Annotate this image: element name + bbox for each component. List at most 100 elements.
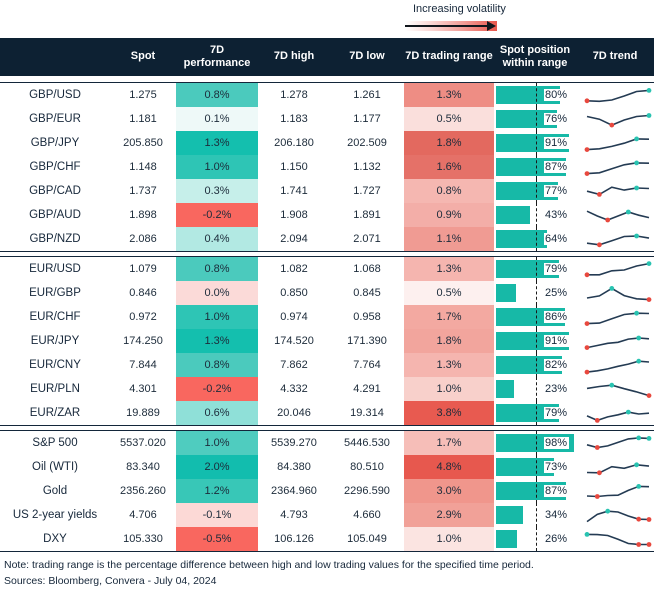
position-percent-label: 91% <box>544 335 570 347</box>
high-value: 1.150 <box>280 161 308 173</box>
position-cell: 98% <box>494 431 576 455</box>
high-value: 5539.270 <box>271 437 317 449</box>
table-row: US 2-year yields 4.706 -0.1% 4.793 4.660 2.9%… <box>0 503 654 527</box>
trading-range-cell: 1.8% <box>404 131 494 155</box>
sparkline <box>576 179 654 203</box>
position-percent-label: 26% <box>544 533 570 545</box>
position-cell: 23% <box>494 377 576 401</box>
position-percent-label: 87% <box>544 485 570 497</box>
high-value: 1.278 <box>280 89 308 101</box>
position-cell: 80% <box>494 83 576 107</box>
position-percent-label: 79% <box>544 263 570 275</box>
spot-value: 0.846 <box>129 287 157 299</box>
midpoint-dashed-line <box>536 257 537 281</box>
spot-value: 205.850 <box>123 137 163 149</box>
trading-range-cell: 3.0% <box>404 479 494 503</box>
spark-teal-dot <box>609 382 615 388</box>
spot-value: 1.737 <box>129 185 157 197</box>
instrument-label: S&P 500 <box>32 437 78 449</box>
trading-range-cell: 1.0% <box>404 527 494 551</box>
midpoint-dashed-line <box>536 281 537 305</box>
position-cell: 79% <box>494 401 576 425</box>
spark-red-dot <box>597 241 602 247</box>
table-row: Gold 2356.260 1.2% 2364.960 2296.590 3.0% 87% <box>0 479 654 503</box>
performance-cell: 2.0% <box>176 455 258 479</box>
spot-value: 1.181 <box>129 113 157 125</box>
high-value: 20.046 <box>277 407 311 419</box>
high-value: 4.793 <box>280 509 308 521</box>
sparkline <box>576 281 654 305</box>
position-percent-label: 73% <box>544 461 570 473</box>
spark-red-dot <box>646 516 652 522</box>
instrument-label: EUR/JPY <box>30 335 80 347</box>
spot-value: 174.250 <box>123 335 163 347</box>
spark-red-dot <box>636 516 642 522</box>
position-percent-label: 79% <box>544 407 570 419</box>
spot-value: 1.898 <box>129 209 157 221</box>
instrument-label: GBP/EUR <box>29 113 81 125</box>
position-percent-label: 34% <box>544 509 570 521</box>
low-value: 105.049 <box>347 533 387 545</box>
spark-teal-dot <box>646 87 652 93</box>
position-percent-label: 80% <box>544 89 570 101</box>
trading-range-cell: 3.8% <box>404 401 494 425</box>
arrow-head-icon <box>487 21 496 31</box>
spot-value: 0.972 <box>129 311 157 323</box>
midpoint-dashed-line <box>536 203 537 227</box>
high-value: 1.908 <box>280 209 308 221</box>
midpoint-dashed-line <box>536 305 537 329</box>
low-value: 0.845 <box>353 287 381 299</box>
position-percent-label: 25% <box>544 287 570 299</box>
sparkline <box>576 203 654 227</box>
sparkline <box>576 305 654 329</box>
position-percent-label: 76% <box>544 113 570 125</box>
midpoint-dashed-line <box>536 107 537 131</box>
position-percent-label: 82% <box>544 359 570 371</box>
spark-red-dot <box>584 369 590 374</box>
sparkline <box>576 377 654 401</box>
table-row: EUR/ZAR 19.889 0.6% 20.046 19.314 3.8% 79% <box>0 401 654 425</box>
performance-cell: 0.8% <box>176 257 258 281</box>
instrument-label: EUR/CHF <box>29 311 81 323</box>
position-cell: 87% <box>494 155 576 179</box>
spark-red-dot <box>646 392 652 398</box>
performance-cell: 0.0% <box>176 281 258 305</box>
high-value: 0.974 <box>280 311 308 323</box>
trading-range-cell: 0.9% <box>404 203 494 227</box>
high-value: 4.332 <box>280 383 308 395</box>
spark-teal-dot <box>646 435 652 441</box>
low-value: 0.958 <box>353 311 381 323</box>
midpoint-dashed-line <box>536 527 537 551</box>
sparkline <box>576 479 654 503</box>
table-row: GBP/CHF 1.148 1.0% 1.150 1.132 1.6% 87% <box>0 155 654 179</box>
sparkline <box>576 257 654 281</box>
low-value: 5446.530 <box>344 437 390 449</box>
low-value: 4.291 <box>353 383 381 395</box>
table-row: EUR/CNY 7.844 0.8% 7.862 7.764 1.3% 82% <box>0 353 654 377</box>
low-value: 7.764 <box>353 359 381 371</box>
performance-cell: 0.4% <box>176 227 258 251</box>
instrument-label: DXY <box>43 533 67 545</box>
spark-teal-dot <box>634 233 639 238</box>
high-value: 206.180 <box>274 137 314 149</box>
spark-teal-dot <box>634 310 639 316</box>
position-percent-label: 43% <box>544 209 570 221</box>
spark-teal-dot <box>636 483 642 489</box>
low-value: 1.068 <box>353 263 381 275</box>
trading-range-cell: 1.3% <box>404 83 494 107</box>
spark-red-dot <box>605 217 611 222</box>
performance-cell: 0.3% <box>176 179 258 203</box>
footnote: Note: trading range is the percentage di… <box>4 559 534 571</box>
instrument-label: GBP/JPY <box>30 137 80 149</box>
performance-cell: 0.1% <box>176 107 258 131</box>
spark-red-dot <box>636 541 642 547</box>
header-7d-trading-range: 7D trading range <box>405 50 493 63</box>
trading-range-cell: 0.5% <box>404 281 494 305</box>
spark-red-dot <box>584 146 590 152</box>
position-percent-label: 77% <box>544 185 570 197</box>
low-value: 19.314 <box>350 407 384 419</box>
performance-cell: 1.2% <box>176 479 258 503</box>
spark-red-dot <box>609 122 615 127</box>
high-value: 106.126 <box>274 533 314 545</box>
spot-value: 7.844 <box>129 359 157 371</box>
